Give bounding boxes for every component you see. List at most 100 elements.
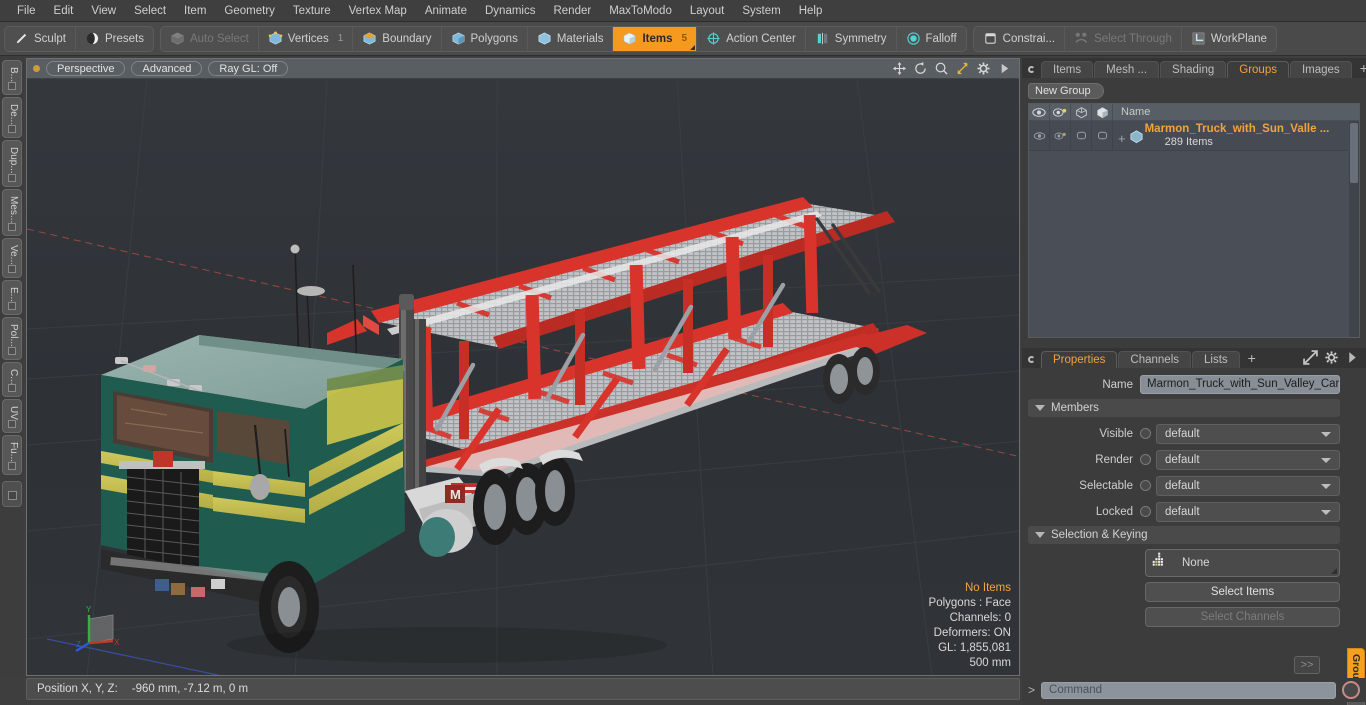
row-wireframe-toggle[interactable] (1071, 121, 1092, 150)
menu-item-edit[interactable]: Edit (45, 2, 83, 20)
rotate-icon[interactable] (913, 61, 927, 75)
groups-tree[interactable]: Name + Marmon_Truck_with_Sun_Valle ... 2… (1028, 103, 1360, 338)
falloff-button[interactable]: Falloff (897, 27, 966, 51)
tab-items[interactable]: Items (1041, 61, 1094, 78)
row-shaded-toggle[interactable] (1092, 121, 1113, 150)
menu-item-system[interactable]: System (733, 2, 789, 20)
locked-dropdown[interactable]: default (1156, 501, 1340, 522)
polygons-button[interactable]: Polygons (442, 26, 528, 51)
left-tab-6[interactable]: Pol... (2, 317, 22, 360)
symmetry-button[interactable]: Symmetry (806, 26, 897, 51)
viewport-menu-dot-icon[interactable] (33, 65, 40, 72)
sculpt-button[interactable]: Sculpt (5, 26, 76, 51)
menu-item-texture[interactable]: Texture (284, 2, 340, 20)
menu-item-vertex-map[interactable]: Vertex Map (340, 2, 416, 20)
scrollbar-thumb[interactable] (1350, 123, 1358, 183)
items-button[interactable]: Items 5 (613, 26, 698, 51)
tab-shading[interactable]: Shading (1160, 61, 1227, 78)
viewport-raygl-selector[interactable]: Ray GL: Off (208, 61, 289, 76)
tab-groups[interactable]: Groups (1227, 61, 1289, 78)
add-tab-button[interactable]: + (1353, 61, 1366, 78)
menu-item-maxtomodo[interactable]: MaxToModo (600, 2, 681, 20)
vertices-button[interactable]: Vertices 1 (259, 26, 354, 51)
more-options-button[interactable]: >> (1294, 656, 1320, 674)
left-tab-1[interactable]: De... (2, 97, 22, 139)
workplane-button[interactable]: WorkPlane (1182, 27, 1276, 51)
keying-selector[interactable]: None (1145, 549, 1340, 577)
left-tab-2[interactable]: Dup... (2, 140, 22, 187)
left-tab-8[interactable]: UV (2, 399, 22, 434)
select-through-button[interactable]: Select Through (1065, 26, 1182, 51)
column-render[interactable] (1050, 104, 1071, 120)
action-center-button[interactable]: Action Center (697, 26, 806, 51)
name-field[interactable]: Marmon_Truck_with_Sun_Valley_Car_ (1140, 375, 1340, 394)
render-radio[interactable] (1140, 454, 1151, 465)
command-input[interactable]: Command (1041, 681, 1336, 699)
expand-row-icon[interactable]: + (1118, 128, 1126, 145)
visible-radio[interactable] (1140, 428, 1151, 439)
groups-tree-scrollbar[interactable] (1348, 121, 1359, 337)
tab-images[interactable]: Images (1289, 61, 1352, 78)
row-content[interactable]: + Marmon_Truck_with_Sun_Valle ... 289 It… (1113, 121, 1359, 150)
menu-item-geometry[interactable]: Geometry (215, 2, 284, 20)
menu-item-file[interactable]: File (8, 2, 45, 20)
left-tab-5[interactable]: E... (2, 280, 22, 316)
add-properties-tab-button[interactable]: + (1241, 351, 1263, 368)
viewport-canvas[interactable]: M Y X Z No Items Polygons: Face Channel… (27, 79, 1019, 675)
left-tab-4[interactable]: Ve... (2, 238, 22, 279)
locked-radio[interactable] (1140, 506, 1151, 517)
boundary-button[interactable]: Boundary (353, 26, 442, 51)
properties-options-arrow-icon[interactable] (1345, 350, 1360, 365)
record-macro-button[interactable] (1342, 681, 1360, 699)
visible-dropdown[interactable]: default (1156, 423, 1340, 444)
zoom-icon[interactable] (934, 61, 948, 75)
auto-select-button[interactable]: Auto Select (161, 26, 259, 51)
menu-item-layout[interactable]: Layout (681, 2, 734, 20)
row-render-toggle[interactable] (1050, 121, 1071, 150)
collapse-triangle-icon[interactable] (1035, 405, 1045, 411)
menu-item-select[interactable]: Select (125, 2, 175, 20)
selectable-radio[interactable] (1140, 480, 1151, 491)
menu-item-dynamics[interactable]: Dynamics (476, 2, 544, 20)
left-toolbox-extra-button[interactable] (2, 481, 22, 508)
fit-icon[interactable] (955, 61, 969, 75)
move-icon[interactable] (892, 61, 907, 76)
properties-menu-dot-icon[interactable] (1028, 356, 1035, 363)
column-wireframe[interactable] (1071, 104, 1092, 120)
viewport-projection-selector[interactable]: Perspective (46, 61, 126, 76)
play-arrow-icon[interactable] (997, 61, 1011, 75)
collapse-triangle-icon[interactable] (1035, 532, 1045, 538)
tab-properties[interactable]: Properties (1041, 351, 1118, 368)
menu-item-view[interactable]: View (82, 2, 125, 20)
left-tab-7[interactable]: C... (2, 361, 22, 398)
gear-icon[interactable] (976, 61, 990, 75)
column-visibility[interactable] (1029, 104, 1050, 120)
viewport-shading-selector[interactable]: Advanced (131, 61, 203, 76)
tab-lists[interactable]: Lists (1192, 351, 1240, 368)
selection-keying-section-header[interactable]: Selection & Keying (1028, 526, 1340, 544)
maximize-properties-icon[interactable] (1303, 350, 1318, 365)
select-items-button[interactable]: Select Items (1145, 582, 1340, 602)
left-tab-3[interactable]: Mes... (2, 188, 22, 237)
selectable-dropdown[interactable]: default (1156, 475, 1340, 496)
row-visibility-toggle[interactable] (1029, 121, 1050, 150)
members-section-header[interactable]: Members (1028, 399, 1340, 417)
left-tab-0[interactable]: B... (2, 60, 22, 96)
new-group-button[interactable]: New Group (1028, 83, 1104, 99)
menu-item-help[interactable]: Help (790, 2, 832, 20)
panel-menu-dot-icon[interactable] (1028, 66, 1035, 73)
constraint-button[interactable]: Constrai... (974, 26, 1066, 51)
table-row[interactable]: + Marmon_Truck_with_Sun_Valle ... 289 It… (1029, 121, 1359, 151)
left-tab-9[interactable]: Fu... (2, 435, 22, 476)
viewport-3d[interactable]: Perspective Advanced Ray GL: Off M Y X Z… (26, 58, 1020, 676)
menu-item-item[interactable]: Item (175, 2, 215, 20)
tab-channels[interactable]: Channels (1118, 351, 1192, 368)
column-shaded[interactable] (1092, 104, 1113, 120)
render-dropdown[interactable]: default (1156, 449, 1340, 470)
materials-button[interactable]: Materials (528, 26, 614, 51)
presets-button[interactable]: Presets (76, 27, 153, 51)
tab-mesh[interactable]: Mesh ... (1094, 61, 1160, 78)
menu-item-render[interactable]: Render (544, 2, 600, 20)
menu-item-animate[interactable]: Animate (416, 2, 476, 20)
properties-gear-icon[interactable] (1324, 350, 1339, 365)
